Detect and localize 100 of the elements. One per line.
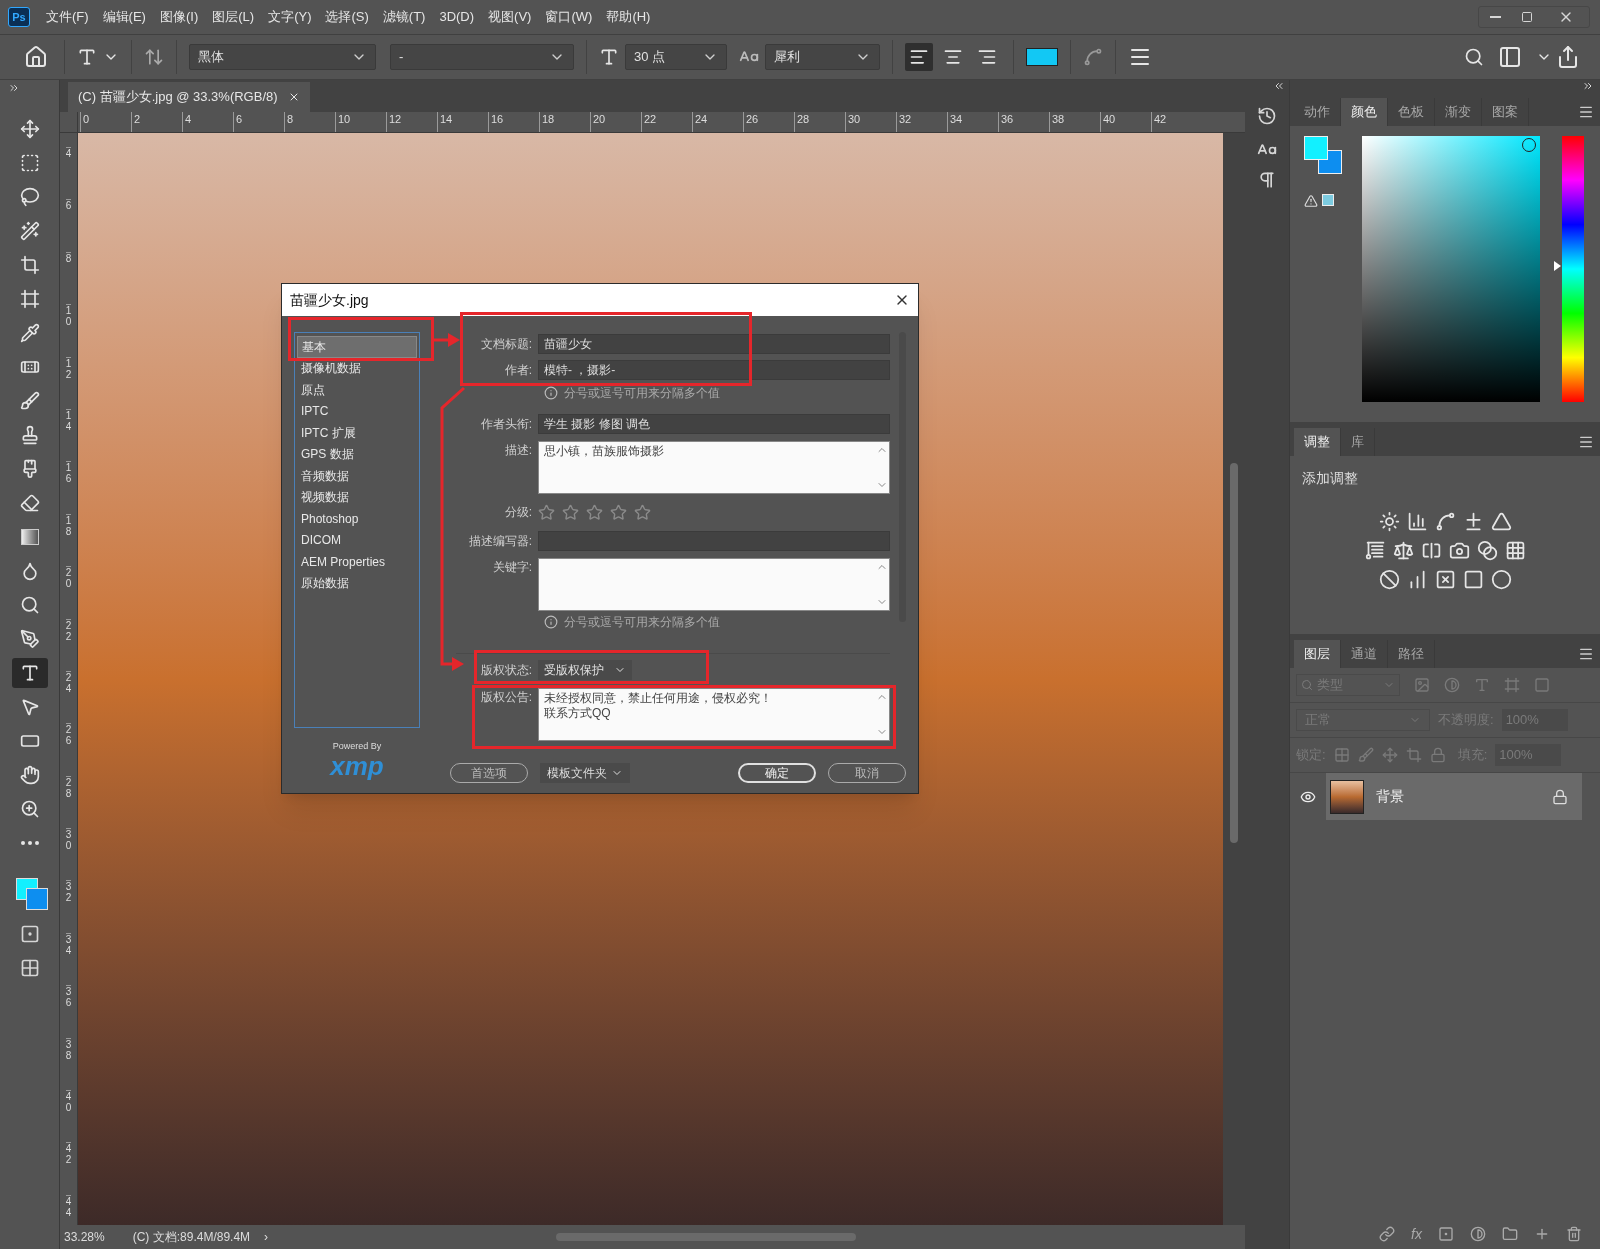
menu-item[interactable]: 编辑(E): [100, 7, 148, 27]
ok-button[interactable]: 确定: [738, 763, 816, 783]
antialias-select[interactable]: 犀利: [765, 44, 880, 70]
panel-tab[interactable]: 图层: [1294, 640, 1341, 668]
warp-text-icon[interactable]: [1083, 47, 1103, 67]
workspace-icon[interactable]: [1498, 45, 1522, 69]
category-item[interactable]: DICOM: [297, 529, 417, 551]
menu-item[interactable]: 帮助(H): [604, 7, 653, 27]
menu-item[interactable]: 窗口(W): [543, 7, 595, 27]
collapse-icon[interactable]: [1273, 80, 1285, 92]
text-field[interactable]: 模特- ，摄影-: [538, 359, 890, 380]
plus-icon[interactable]: [1534, 1226, 1550, 1242]
category-item[interactable]: IPTC 扩展: [297, 422, 417, 444]
info-icon: [544, 615, 558, 629]
menu-item[interactable]: 3D(D): [437, 7, 477, 27]
half-circle-icon[interactable]: [1470, 1226, 1486, 1242]
category-item[interactable]: AEM Properties: [297, 551, 417, 573]
menu-item[interactable]: 滤镜(T): [380, 7, 428, 27]
category-item[interactable]: 原始数据: [297, 572, 417, 594]
magnifier-icon: [19, 595, 40, 615]
text-field[interactable]: 学生 摄影 修图 调色: [538, 413, 890, 434]
move-icon: [19, 119, 40, 139]
color-swatches[interactable]: [1304, 136, 1342, 174]
category-item[interactable]: GPS 数据: [297, 443, 417, 465]
grid-icon[interactable]: [1504, 540, 1526, 561]
align-button[interactable]: [905, 43, 933, 71]
font-size-select[interactable]: 30 点: [625, 44, 727, 70]
menu-item[interactable]: 图层(L): [210, 7, 257, 27]
quick-mask-icon[interactable]: [19, 924, 40, 944]
document-tab[interactable]: (C) 苗疆少女.jpg @ 33.3%(RGB/8): [68, 82, 310, 112]
menu-item[interactable]: 选择(S): [323, 7, 371, 27]
search-icon[interactable]: [1464, 47, 1484, 67]
blinds-icon[interactable]: [1364, 540, 1386, 561]
panel-menu-icon[interactable]: [1578, 434, 1594, 450]
fx-button[interactable]: fx: [1411, 1223, 1422, 1245]
align-center-icon: [943, 47, 963, 67]
triangle-icon[interactable]: [1490, 511, 1512, 532]
type-icon[interactable]: [77, 47, 97, 67]
menu-item[interactable]: 文字(Y): [266, 7, 314, 27]
font-family-select[interactable]: 黑体: [189, 44, 376, 70]
expand-icon[interactable]: [1582, 80, 1594, 92]
text-area[interactable]: [538, 558, 890, 611]
pen-icon: [19, 629, 40, 649]
panel-tab[interactable]: 调整: [1294, 428, 1341, 456]
mask-icon[interactable]: [1438, 1226, 1454, 1242]
expand-icon[interactable]: [8, 82, 20, 94]
category-item[interactable]: 视频数据: [297, 486, 417, 508]
text-field[interactable]: [538, 530, 890, 551]
checkerboard-icon[interactable]: [1333, 747, 1350, 763]
blend-icon[interactable]: [1476, 540, 1498, 561]
color-field[interactable]: [1362, 136, 1540, 402]
pilcrow-icon[interactable]: [1257, 170, 1277, 190]
category-item[interactable]: IPTC: [297, 400, 417, 422]
slash-circle-icon[interactable]: [1378, 569, 1400, 590]
tool-button[interactable]: [11, 658, 48, 688]
circle-icon[interactable]: [1490, 569, 1512, 590]
vertical-ruler: 4 6 8 10 12 14 16 18 20 22 24 26 28 30 32 34 36 38 40 42 44: [60, 133, 78, 1225]
home-icon[interactable]: [24, 45, 48, 69]
link-icon[interactable]: [1379, 1226, 1396, 1242]
brush-icon: [19, 391, 40, 411]
camera-icon[interactable]: [1448, 540, 1470, 561]
history-icon[interactable]: [1257, 106, 1277, 126]
text-field[interactable]: 苗疆少女: [538, 333, 890, 354]
sun-icon[interactable]: [1378, 511, 1400, 532]
template-dropdown[interactable]: 模板文件夹: [540, 763, 630, 783]
layer-row[interactable]: 背景: [1326, 773, 1582, 820]
ellipsis-icon: [20, 841, 39, 845]
screen-mode-icon[interactable]: [19, 958, 40, 978]
menu-item[interactable]: 图像(I): [157, 7, 201, 27]
text-color-swatch[interactable]: [1026, 48, 1058, 66]
category-item[interactable]: 基本: [297, 336, 417, 358]
star-rating[interactable]: [538, 503, 651, 521]
text-line: 联系方式QQ: [544, 706, 612, 721]
gamut-swatch[interactable]: [1322, 194, 1334, 206]
menu-item[interactable]: 视图(V): [486, 7, 534, 27]
panel-menu-icon[interactable]: [1578, 104, 1594, 120]
category-item[interactable]: Photoshop: [297, 508, 417, 530]
square-icon[interactable]: [1462, 569, 1484, 590]
text-area[interactable]: 思小镇，苗族服饰摄影: [538, 441, 890, 494]
curve-icon[interactable]: [1434, 511, 1456, 532]
font-style-select[interactable]: -: [390, 44, 574, 70]
text-orientation-icon[interactable]: [144, 47, 164, 67]
trash-icon[interactable]: [1566, 1226, 1582, 1242]
folder-icon[interactable]: [1502, 1226, 1518, 1242]
status-arrow[interactable]: ›: [264, 1228, 269, 1246]
share-icon[interactable]: [1556, 45, 1580, 69]
menu-item[interactable]: 文件(F): [44, 7, 91, 27]
text-area[interactable]: 未经授权同意，禁止任何用途，侵权必究！ 联系方式QQ: [538, 688, 890, 741]
x-square-icon[interactable]: [1434, 569, 1456, 590]
category-item[interactable]: 原点: [297, 379, 417, 401]
copyright-status-select[interactable]: 受版权保护: [538, 659, 632, 680]
split-square-icon[interactable]: [1420, 540, 1442, 561]
panel-menu-icon[interactable]: [1578, 646, 1594, 662]
category-item[interactable]: 摄像机数据: [297, 357, 417, 379]
panel-tab[interactable]: 颜色: [1341, 98, 1388, 126]
category-item[interactable]: 音频数据: [297, 465, 417, 487]
hint-text: 分号或逗号可用来分隔多个值: [564, 385, 720, 402]
scale-icon[interactable]: [1392, 540, 1414, 561]
frame-icon: [19, 289, 40, 309]
bar-chart-icon[interactable]: [1406, 511, 1428, 532]
